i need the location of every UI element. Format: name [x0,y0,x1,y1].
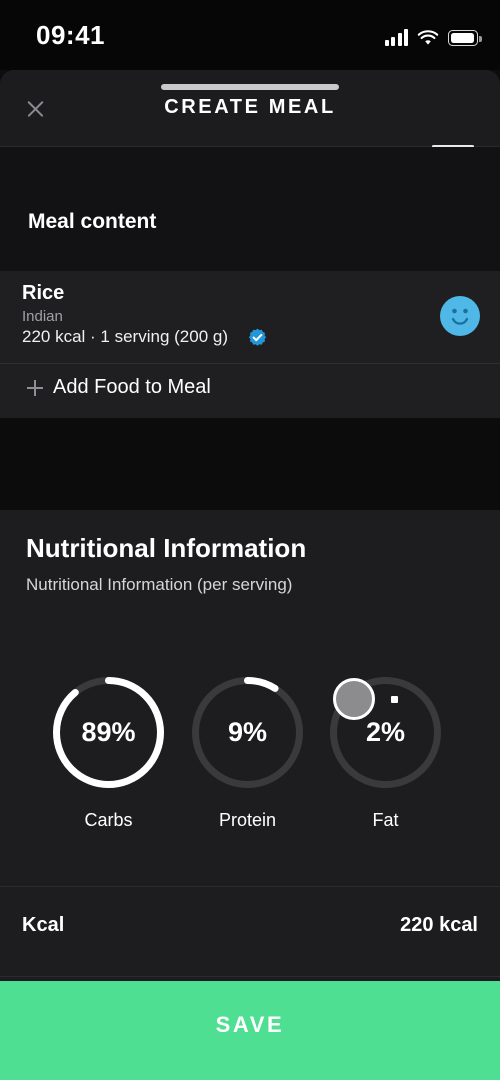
food-brand: Indian [22,308,63,325]
verified-badge-icon [248,328,267,347]
macro-label-protein: Protein [218,810,277,830]
food-name: Rice [22,282,65,304]
status-bar: 09:41 [0,0,500,70]
kcal-value: 220 kcal [400,914,478,936]
nutrition-subtitle: Nutritional Information (per serving) [26,575,293,594]
add-food-label: Add Food to Meal [53,376,211,398]
kcal-row-bottom-divider [0,976,500,977]
nutrition-title: Nutritional Information [26,533,307,563]
macro-donut-chart: 89% Carbs 9% Protein 2% Fat [0,670,500,850]
plus-icon [27,380,43,396]
macro-label-fat: Fat [372,810,399,830]
save-button-label: SAVE [215,1012,285,1037]
smiley-face-icon[interactable] [440,296,480,336]
macro-value-fat: 2% [365,717,406,747]
macro-label-carbs: Carbs [84,810,133,830]
food-meta: 220 kcal · 1 serving (200 g) [22,327,228,346]
wifi-icon [417,29,439,46]
modal-header: CREATE MEAL [0,70,500,147]
cellular-bars-icon [384,29,408,46]
panel-gap [0,418,500,510]
home-indicator[interactable] [161,84,339,90]
kcal-row-top-divider [0,886,500,887]
save-button[interactable]: SAVE [0,981,500,1080]
macro-value-carbs: 89% [81,717,136,747]
battery-icon [448,30,482,46]
food-list-item[interactable]: Rice Indian 220 kcal · 1 serving (200 g) [0,271,500,363]
meal-content-panel: Meal content [0,147,500,271]
page-title: CREATE MEAL [164,96,336,118]
status-bar-time: 09:41 [36,20,105,50]
meal-content-title: Meal content [28,210,157,233]
macro-ring-fat: 2% Fat [323,670,453,850]
kcal-label: Kcal [22,914,65,936]
nutrition-panel: Nutritional Information Nutritional Info… [0,510,500,981]
add-food-to-meal-button[interactable]: Add Food to Meal [0,364,500,418]
phone-screen: 09:41 CREATE MEAL Meal content Rice Indi… [0,0,500,1080]
status-bar-icons [384,22,482,46]
macro-ring-protein: 9% Protein [185,670,315,850]
macro-value-protein: 9% [227,717,268,747]
macro-ring-carbs: 89% Carbs [46,670,176,850]
